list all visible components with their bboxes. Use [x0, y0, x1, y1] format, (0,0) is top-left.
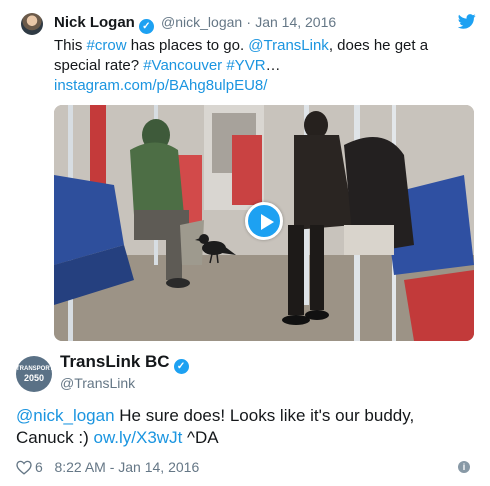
instagram-link[interactable]: instagram.com/p/BAhg8ulpEU8/ — [54, 77, 267, 94]
reply-footer: 6 8:22 AM - Jan 14, 2016 i — [16, 459, 476, 477]
hashtag-yvr[interactable]: #YVR — [226, 57, 265, 74]
reply-text: @nick_logan He sure does! Looks like it'… — [16, 405, 476, 449]
reply-timestamp[interactable]: 8:22 AM - Jan 14, 2016 — [54, 459, 199, 475]
avatar-text-big: 2050 — [23, 373, 45, 383]
avatar-text-top: TRANSPORT — [16, 366, 54, 372]
verified-badge-icon: ✓ — [138, 19, 154, 34]
reply-author-handle[interactable]: @TransLink — [60, 375, 135, 391]
mention-nick-logan[interactable]: @nick_logan — [16, 406, 115, 425]
reply-author-name[interactable]: TransLink BC — [60, 352, 170, 371]
text-fragment: … — [265, 57, 281, 74]
play-icon[interactable] — [245, 202, 283, 240]
verified-badge-icon: ✓ — [173, 359, 189, 374]
reply-author-row: TransLink BC ✓ — [60, 352, 192, 374]
hashtag-crow[interactable]: #crow — [87, 37, 127, 54]
text-fragment: ^DA — [182, 428, 219, 447]
like-count: 6 — [35, 459, 43, 475]
mention-translink[interactable]: @TransLink — [248, 37, 329, 54]
twitter-bird-icon[interactable] — [458, 14, 476, 29]
tweet-date[interactable]: Jan 14, 2016 — [255, 14, 336, 30]
author-handle[interactable]: @nick_logan — [161, 14, 242, 30]
author-name[interactable]: Nick Logan — [54, 14, 135, 31]
tweet-text: This #crow has places to go. @TransLink,… — [54, 36, 474, 96]
translink-avatar[interactable]: TRANSPORT 2050 — [16, 356, 54, 392]
text-fragment: has places to go. — [126, 37, 249, 54]
owly-link[interactable]: ow.ly/X3wJt — [93, 428, 182, 447]
heart-icon[interactable] — [16, 460, 32, 475]
nick-logan-avatar[interactable] — [21, 13, 43, 35]
hashtag-vancouver[interactable]: #Vancouver — [143, 57, 222, 74]
text-fragment: This — [54, 37, 87, 54]
tweet-header: Nick Logan ✓ @nick_logan · Jan 14, 2016 — [54, 14, 336, 34]
separator: · — [246, 14, 252, 30]
info-icon[interactable]: i — [458, 461, 470, 473]
